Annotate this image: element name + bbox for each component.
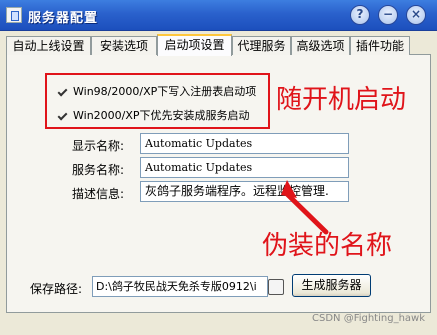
save-path-label: 保存路径:: [30, 282, 83, 296]
tab-startup-settings[interactable]: 启动项设置: [157, 34, 232, 56]
watermark: CSDN @Fighting_hawk: [312, 313, 425, 324]
folder-browse-icon[interactable]: [268, 279, 284, 295]
annotation-disguise: 伪装的名称: [262, 231, 393, 261]
save-path-field[interactable]: D:\鸽子牧民战天免杀专版0912\i: [92, 276, 268, 297]
generate-server-button[interactable]: 生成服务器: [292, 274, 371, 297]
server-config-window: 服务器配置 ? − × 自动上线设置 安装选项 启动项设置 代理服务 高级选项 …: [0, 0, 437, 335]
